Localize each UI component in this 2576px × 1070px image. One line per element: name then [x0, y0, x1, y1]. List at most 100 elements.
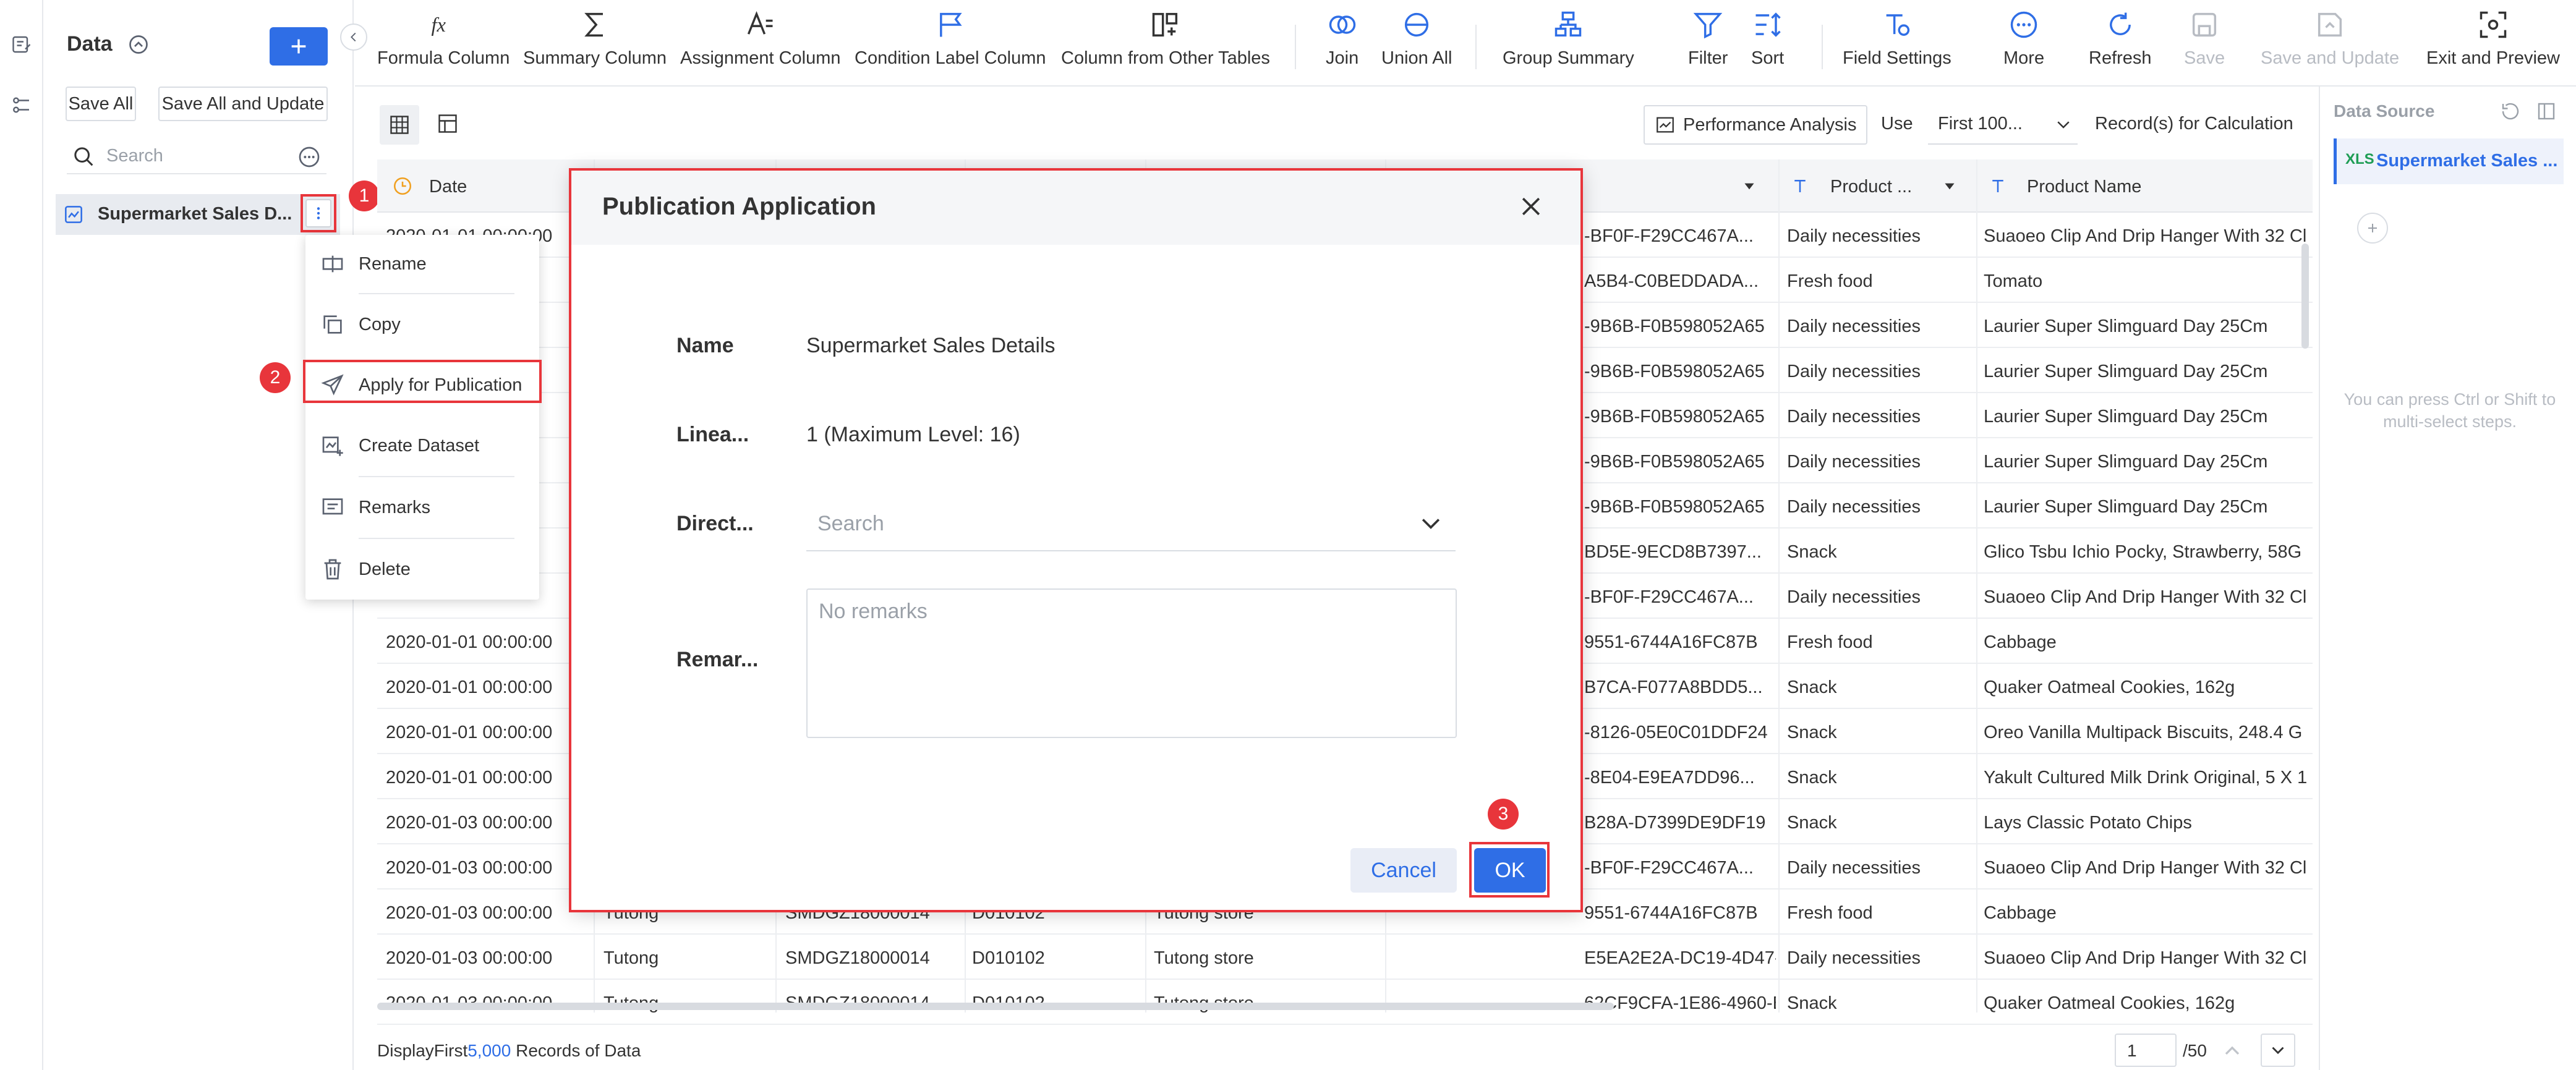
record-count-select[interactable]: First 100...: [1928, 104, 2078, 145]
chart-icon: [1657, 117, 1674, 133]
add-step-button[interactable]: [2357, 213, 2388, 244]
table-cell-cat: Fresh food: [1787, 271, 1873, 291]
table-cell-date: 2020-01-01 00:00:00: [386, 677, 553, 697]
table-cell-name: Tomato: [1984, 271, 2043, 291]
table-cell-cat: Snack: [1787, 813, 1837, 833]
table-cell-name: Quaker Oatmeal Cookies, 162g: [1984, 993, 2235, 1013]
column-divider: [1976, 159, 1977, 1013]
more-button[interactable]: More: [2003, 9, 2044, 69]
column-header-product-category[interactable]: Product ...: [1830, 177, 1912, 197]
grid-view-button[interactable]: [380, 105, 419, 145]
table-cell-cat: Daily necessities: [1787, 587, 1921, 607]
assignment-column-button[interactable]: Assignment Column: [680, 9, 841, 69]
highlight-dialog-box: [569, 168, 1583, 912]
step-badge-1: 1: [349, 180, 380, 211]
menu-divider: [359, 538, 514, 539]
save-all-button[interactable]: Save All: [66, 87, 136, 121]
field-settings-icon: [1886, 14, 1909, 36]
more-icon: [2010, 11, 2037, 38]
horizontal-scrollbar[interactable]: [377, 1003, 1614, 1010]
steps-panel: Data Source XLS Supermarket Sales ... Yo…: [2319, 87, 2576, 1070]
column-divider: [1778, 159, 1780, 1013]
table-cell-date: 2020-01-03 00:00:00: [386, 903, 553, 923]
menu-item-create-dataset[interactable]: Create Dataset: [305, 417, 539, 475]
panel-title: Data: [67, 32, 113, 56]
join-button[interactable]: Join: [1326, 9, 1358, 69]
table-cell-id: -9B6B-F0B598052A65: [1584, 407, 1765, 427]
table-cell-name: Suaoeo Clip And Drip Hanger With 32 Cl: [1984, 587, 2307, 607]
table-cell-date: 2020-01-03 00:00:00: [386, 858, 553, 878]
rename-icon: [322, 255, 343, 273]
table-cell-cat: Fresh food: [1787, 632, 1873, 652]
next-page-button[interactable]: [2261, 1034, 2295, 1067]
refresh-button[interactable]: Refresh: [2089, 9, 2152, 69]
chevron-down-icon: [2057, 121, 2070, 129]
chevron-up-icon[interactable]: [2220, 1038, 2245, 1063]
column-from-other-tables-button[interactable]: Column from Other Tables: [1061, 9, 1270, 69]
grid-icon: [390, 116, 409, 134]
union-all-button[interactable]: Union All: [1381, 9, 1452, 69]
column-header-date[interactable]: Date: [429, 177, 467, 197]
menu-item-copy[interactable]: Copy: [305, 295, 539, 354]
table-cell-cat: Daily necessities: [1787, 452, 1921, 472]
page-input[interactable]: 1: [2115, 1034, 2177, 1067]
field-settings-button[interactable]: Field Settings: [1843, 9, 1951, 69]
search-input[interactable]: [67, 140, 326, 174]
svg-text:fx: fx: [432, 14, 446, 36]
lineage-icon[interactable]: [11, 94, 33, 116]
table-cell-date: 2020-01-03 00:00:00: [386, 948, 553, 968]
table-cell-name: Cabbage: [1984, 903, 2057, 923]
save-button[interactable]: Save: [2184, 9, 2225, 69]
condition-label-column-button[interactable]: Condition Label Column: [855, 9, 1046, 69]
sigma-icon: [584, 12, 603, 37]
menu-item-delete[interactable]: Delete: [305, 540, 539, 598]
dropdown-arrow-icon[interactable]: [1942, 178, 1958, 194]
collapse-steps-icon[interactable]: [2535, 100, 2557, 122]
context-menu: Rename Copy Apply for Publication Create…: [305, 235, 539, 600]
toolbar-divider: [1822, 25, 1823, 69]
dropdown-arrow-icon[interactable]: [1741, 178, 1757, 194]
table-cell-cat: Fresh food: [1787, 903, 1873, 923]
steps-panel-title: Data Source: [2334, 101, 2435, 121]
sort-button[interactable]: Sort: [1751, 9, 1784, 69]
save-and-update-button[interactable]: Save and Update: [2261, 9, 2399, 69]
exit-and-preview-button[interactable]: Exit and Preview: [2426, 9, 2560, 69]
summary-column-button[interactable]: Summary Column: [523, 9, 667, 69]
text-type-icon: [1794, 180, 1806, 192]
table-cell-date: 2020-01-01 00:00:00: [386, 723, 553, 742]
dataset-edit-icon[interactable]: [11, 33, 33, 56]
menu-item-rename[interactable]: Rename: [305, 235, 539, 293]
performance-analysis-button[interactable]: Performance Analysis: [1644, 105, 1867, 145]
sort-icon: [1755, 12, 1781, 37]
more-options-icon[interactable]: [297, 145, 322, 169]
history-icon[interactable]: [2499, 100, 2522, 122]
steps-hint: You can press Ctrl or Shift to multi-sel…: [2344, 390, 2556, 431]
group-summary-button[interactable]: Group Summary: [1503, 9, 1634, 69]
layout-view-icon[interactable]: [437, 113, 459, 135]
table-cell-date: 2020-01-03 00:00:00: [386, 813, 553, 833]
record-count-value: First 100...: [1938, 114, 2023, 134]
step-item-data-source[interactable]: XLS Supermarket Sales ...: [2334, 138, 2564, 184]
table-cell-cat: Snack: [1787, 677, 1837, 697]
table-cell-cat: Snack: [1787, 768, 1837, 788]
formula-column-button[interactable]: fx Formula Column: [377, 9, 510, 69]
filter-button[interactable]: Filter: [1688, 9, 1728, 69]
column-header-product-name[interactable]: Product Name: [2027, 177, 2141, 197]
save-all-update-button[interactable]: Save All and Update: [158, 87, 328, 121]
table-cell-cat: Daily necessities: [1787, 362, 1921, 381]
copy-icon: [323, 315, 342, 334]
table-cell-name: Suaoeo Clip And Drip Hanger With 32 Cl: [1984, 226, 2307, 246]
add-button[interactable]: [270, 27, 328, 66]
menu-item-remarks[interactable]: Remarks: [305, 478, 539, 537]
info-circle-icon[interactable]: [127, 33, 150, 56]
toolbar-divider: [1475, 25, 1477, 69]
trash-icon: [324, 559, 341, 580]
excel-icon: XLS: [2345, 151, 2374, 168]
display-label: DisplayFirst: [377, 1041, 468, 1060]
table-cell-cat: Snack: [1787, 723, 1837, 742]
menu-divider: [359, 293, 514, 294]
footer-info: DisplayFirst5,000 Records of Data: [377, 1041, 641, 1061]
refresh-icon: [2109, 12, 2131, 35]
vertical-scrollbar[interactable]: [2301, 244, 2309, 349]
nav-rail: [0, 0, 43, 1070]
